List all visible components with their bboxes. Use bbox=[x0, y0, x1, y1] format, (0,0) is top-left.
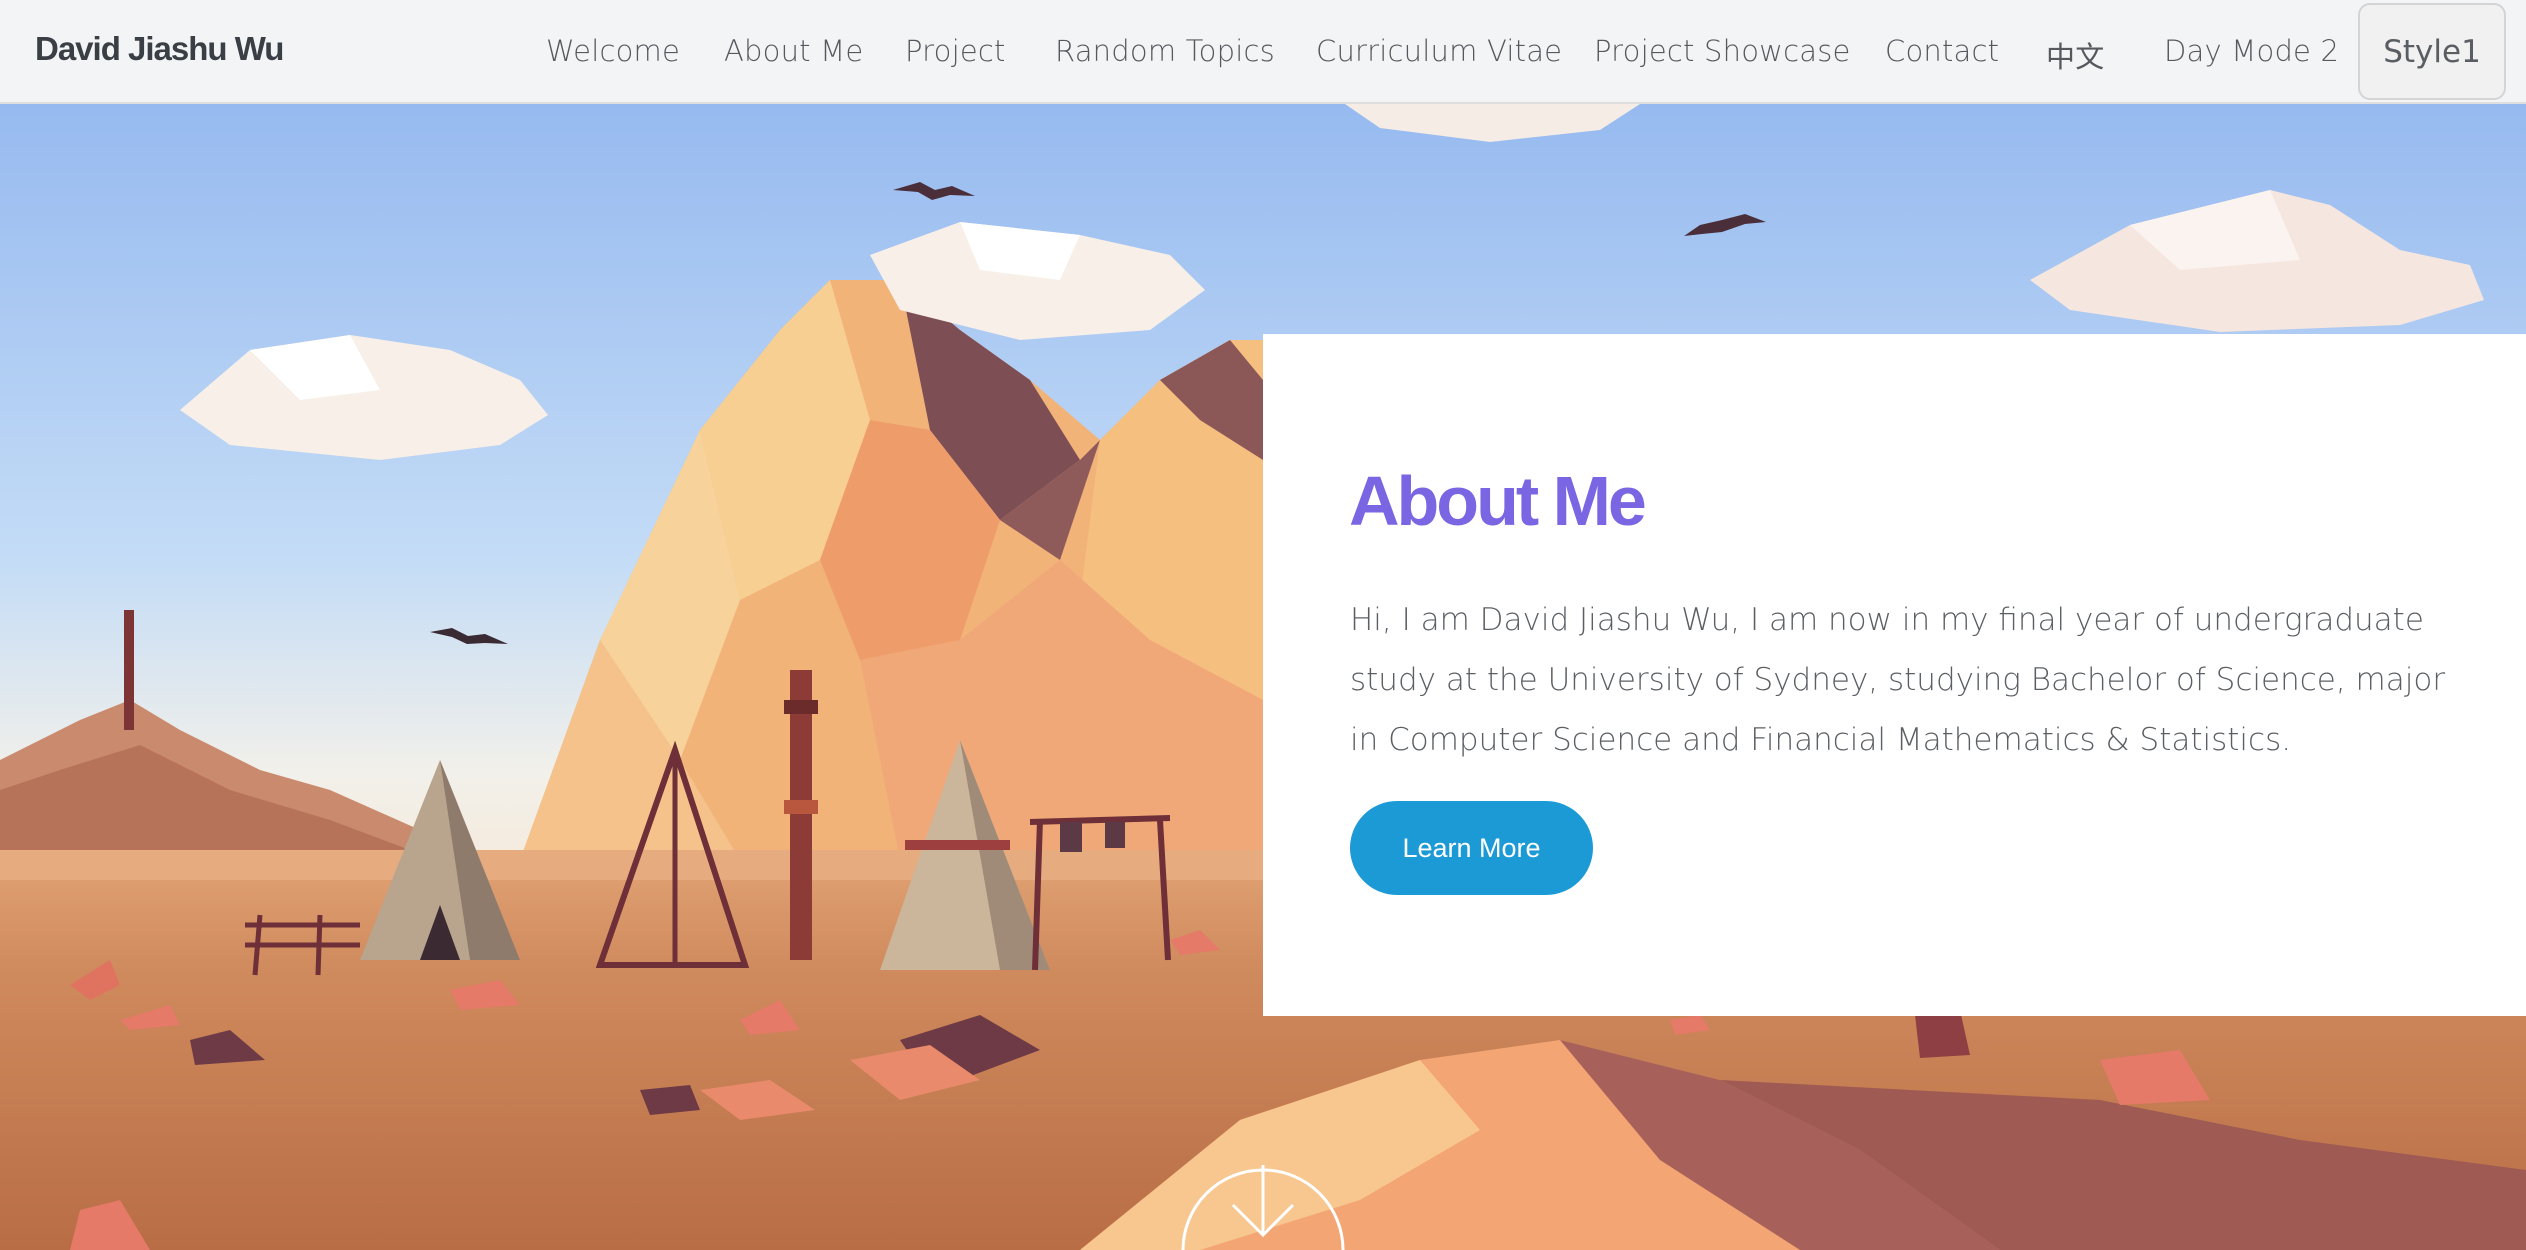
nav-item-day-mode[interactable]: Day Mode 2 bbox=[2164, 34, 2339, 68]
nav-item-chinese[interactable]: 中文 bbox=[2046, 34, 2104, 76]
nav-item-about-me[interactable]: About Me bbox=[724, 34, 863, 68]
nav-item-contact[interactable]: Contact bbox=[1885, 34, 1999, 68]
about-card: About Me Hi, I am David Jiashu Wu, I am … bbox=[1263, 334, 2526, 1016]
chevron-down-icon[interactable] bbox=[1177, 1141, 1349, 1250]
top-navbar: David Jiashu Wu Welcome About Me Project… bbox=[0, 0, 2526, 104]
style-toggle-button[interactable]: Style1 bbox=[2358, 3, 2506, 100]
nav-item-project[interactable]: Project bbox=[905, 34, 1006, 68]
page: David Jiashu Wu Welcome About Me Project… bbox=[0, 0, 2526, 1250]
nav-item-project-showcase[interactable]: Project Showcase bbox=[1594, 34, 1851, 68]
nav-item-curriculum-vitae[interactable]: Curriculum Vitae bbox=[1316, 34, 1562, 68]
learn-more-button[interactable]: Learn More bbox=[1350, 801, 1593, 895]
nav-item-random-topics[interactable]: Random Topics bbox=[1055, 34, 1275, 68]
main-nav: Welcome About Me Project Random Topics C… bbox=[0, 0, 2526, 104]
nav-item-welcome[interactable]: Welcome bbox=[546, 34, 680, 68]
about-text: Hi, I am David Jiashu Wu, I am now in my… bbox=[1350, 602, 2446, 758]
about-title: About Me bbox=[1349, 462, 1647, 540]
